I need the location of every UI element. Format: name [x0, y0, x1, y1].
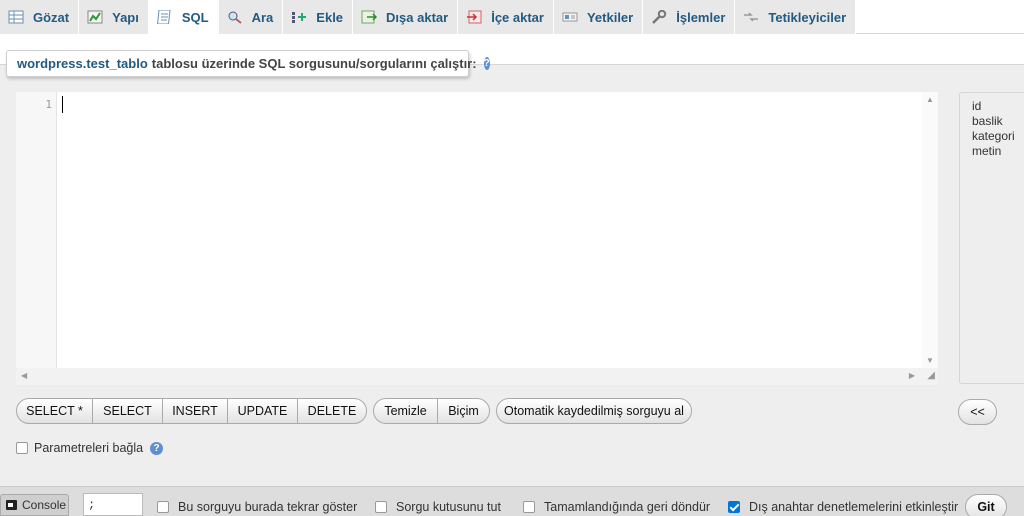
- tab-label: İçe aktar: [491, 9, 544, 25]
- collapse-columns-button[interactable]: <<: [958, 399, 997, 425]
- help-icon[interactable]: ?: [150, 441, 164, 455]
- foreign-key-checks-checkbox[interactable]: [728, 501, 740, 513]
- bind-parameters-label: Parametreleri bağla: [34, 441, 144, 455]
- clear-button[interactable]: Temizle: [373, 398, 438, 424]
- sql-icon: [156, 10, 173, 24]
- tab-label: Yetkiler: [586, 9, 634, 25]
- tab-structure[interactable]: Yapı: [79, 0, 149, 34]
- scroll-down-icon[interactable]: ▼: [926, 356, 934, 365]
- update-button[interactable]: UPDATE: [227, 398, 298, 424]
- scroll-up-icon[interactable]: ▲: [926, 95, 934, 104]
- console-label: Console: [22, 498, 67, 512]
- get-autosaved-query-button[interactable]: Otomatik kaydedilmiş sorguyu al: [496, 398, 692, 424]
- tab-browse[interactable]: Gözat: [0, 0, 80, 34]
- format-button[interactable]: Biçim: [437, 398, 490, 424]
- tab-label: Gözat: [33, 9, 70, 25]
- retain-query-box-checkbox[interactable]: [375, 501, 387, 513]
- browse-icon: [8, 10, 24, 24]
- editor-vertical-scrollbar[interactable]: ▲ ▼: [922, 92, 938, 368]
- tab-export[interactable]: Dışa aktar: [353, 0, 459, 34]
- export-icon: [361, 10, 378, 24]
- tab-label: Ekle: [316, 9, 344, 25]
- tab-bar: Gözat Yapı SQL Ara Ekle Dışa aktar İçe a…: [0, 0, 1024, 34]
- column-item[interactable]: baslik: [972, 114, 1024, 129]
- help-icon[interactable]: ?: [483, 57, 490, 70]
- bind-parameters-option: Parametreleri bağla ?: [16, 441, 164, 455]
- tab-label: SQL: [181, 9, 209, 25]
- tab-triggers[interactable]: Tetikleyiciler: [735, 0, 857, 34]
- sql-panel-legend: wordpress.test_tablo tablosu üzerinde SQ…: [6, 50, 490, 77]
- column-item[interactable]: kategori: [972, 129, 1024, 144]
- tab-search[interactable]: Ara: [218, 0, 284, 34]
- option-label: Dış anahtar denetlemelerini etkinleştir: [749, 500, 959, 514]
- console-toggle[interactable]: Console: [0, 494, 69, 516]
- triggers-icon: [743, 10, 759, 24]
- tab-sql[interactable]: SQL: [148, 0, 219, 34]
- go-button[interactable]: Git: [965, 494, 1007, 516]
- scroll-right-icon[interactable]: ▶: [909, 371, 915, 380]
- search-icon: [227, 10, 243, 24]
- tab-label: İşlemler: [676, 9, 726, 25]
- show-query-again-option: Bu sorguyu burada tekrar göster: [157, 500, 357, 514]
- text-cursor: [62, 96, 63, 113]
- delimiter-input[interactable]: ;: [83, 493, 143, 516]
- column-item[interactable]: metin: [972, 144, 1024, 159]
- tab-label: Tetikleyiciler: [768, 9, 847, 25]
- insert-icon: [291, 10, 307, 24]
- foreign-key-checks-option: Dış anahtar denetlemelerini etkinleştir: [728, 500, 958, 514]
- column-item[interactable]: id: [972, 99, 1024, 114]
- select-star-button[interactable]: SELECT *: [16, 398, 93, 424]
- columns-list: id baslik kategori metin: [959, 92, 1024, 384]
- tab-operations[interactable]: İşlemler: [643, 0, 736, 34]
- tab-import[interactable]: İçe aktar: [458, 0, 554, 34]
- resize-handle-icon[interactable]: ◢: [927, 370, 935, 381]
- privileges-icon: [562, 10, 578, 24]
- rollback-on-finish-checkbox[interactable]: [523, 501, 535, 513]
- option-label: Sorgu kutusunu tut: [396, 500, 501, 514]
- tab-insert[interactable]: Ekle: [283, 0, 354, 34]
- structure-icon: [87, 10, 103, 24]
- legend-text: tablosu üzerinde SQL sorgusunu/sorguları…: [151, 56, 477, 71]
- line-number: 1: [45, 98, 52, 111]
- tab-label: Dışa aktar: [386, 9, 449, 25]
- table-name-link[interactable]: wordpress.test_tablo: [17, 56, 148, 71]
- retain-query-box-option: Sorgu kutusunu tut: [375, 500, 501, 514]
- scroll-left-icon[interactable]: ◀: [21, 371, 27, 380]
- tab-label: Ara: [251, 9, 274, 25]
- sql-editor[interactable]: 1 ▲ ▼ ◀ ▶ ◢: [16, 92, 938, 385]
- tab-privileges[interactable]: Yetkiler: [553, 0, 644, 34]
- bind-parameters-checkbox[interactable]: [16, 442, 28, 454]
- rollback-on-finish-option: Tamamlandığında geri döndür: [523, 500, 710, 514]
- line-number-gutter: 1: [16, 92, 57, 368]
- delete-button[interactable]: DELETE: [297, 398, 367, 424]
- show-query-again-checkbox[interactable]: [157, 501, 169, 513]
- option-label: Bu sorguyu burada tekrar göster: [178, 500, 358, 514]
- operations-icon: [651, 10, 667, 24]
- select-button[interactable]: SELECT: [92, 398, 163, 424]
- console-icon: [6, 500, 17, 510]
- tab-label: Yapı: [112, 9, 139, 25]
- insert-button[interactable]: INSERT: [162, 398, 228, 424]
- import-icon: [466, 10, 482, 24]
- option-label: Tamamlandığında geri döndür: [544, 500, 711, 514]
- editor-horizontal-scrollbar[interactable]: ◀ ▶ ◢: [16, 368, 938, 385]
